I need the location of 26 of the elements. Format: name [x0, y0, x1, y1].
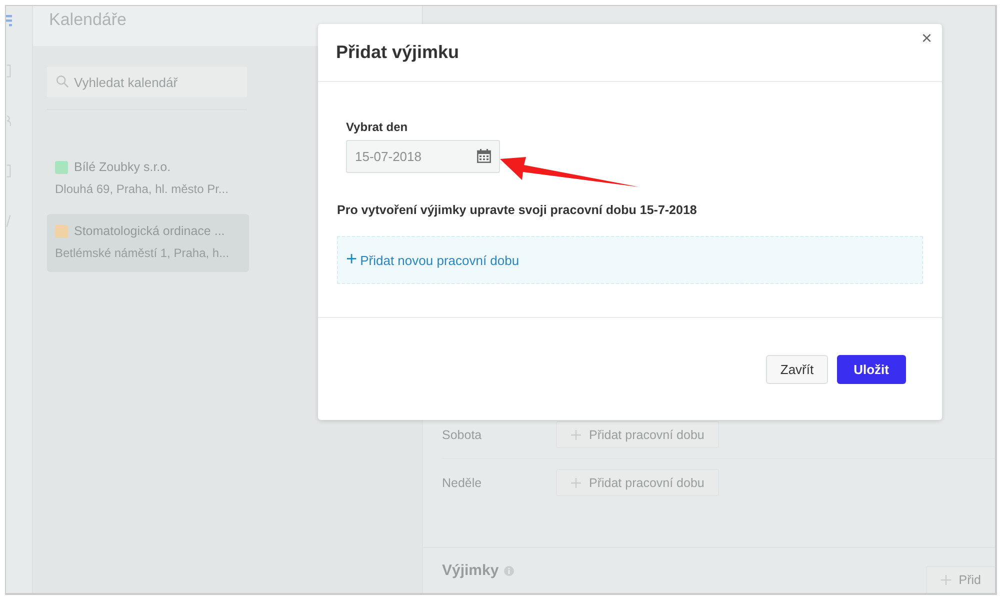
- calendar-item[interactable]: Bílé Zoubky s.r.o. Dlouhá 69, Praha, hl. město Pr...: [47, 150, 249, 208]
- instruction-text: Pro vytvoření výjimky upravte svoji pracovní dobu 15-7-2018: [337, 203, 698, 217]
- field-label: Vybrat den: [346, 120, 409, 134]
- save-button[interactable]: Uložit: [836, 354, 906, 384]
- plus-icon: [571, 430, 581, 440]
- app-logo-icon: [6, 14, 12, 28]
- calendar-address: Dlouhá 69, Praha, hl. město Pr...: [55, 182, 230, 196]
- day-label: Neděle: [442, 476, 483, 490]
- calendar-item[interactable]: Stomatologická ordinace ... Betlémské náměstí 1, Praha, h...: [47, 214, 249, 272]
- close-button[interactable]: ×: [919, 28, 934, 48]
- add-hours-button[interactable]: Přidat pracovní dobu: [556, 421, 720, 448]
- info-icon: [504, 566, 514, 576]
- calendar-name: Stomatologická ordinace ...: [74, 224, 225, 238]
- dialog-title: Přidat výjimku: [336, 42, 460, 63]
- sidebar-title: Kalendáře: [49, 10, 127, 29]
- add-hours-link[interactable]: +Přidat novou pracovní dobu: [346, 252, 520, 268]
- add-button[interactable]: Přid: [926, 566, 995, 593]
- section-title: Výjimky: [442, 562, 499, 579]
- add-hours-button[interactable]: Přidat pracovní dobu: [556, 469, 720, 496]
- search-field[interactable]: Vyhledat kalendář: [47, 67, 247, 97]
- plus-icon: [940, 574, 951, 584]
- calendar-address: Betlémské náměstí 1, Praha, h...: [55, 246, 230, 260]
- day-label: Sobota: [442, 428, 483, 442]
- close-button[interactable]: Zavřít: [766, 354, 828, 384]
- calendar-name: Bílé Zoubky s.r.o.: [74, 160, 171, 174]
- plus-icon: [571, 478, 581, 488]
